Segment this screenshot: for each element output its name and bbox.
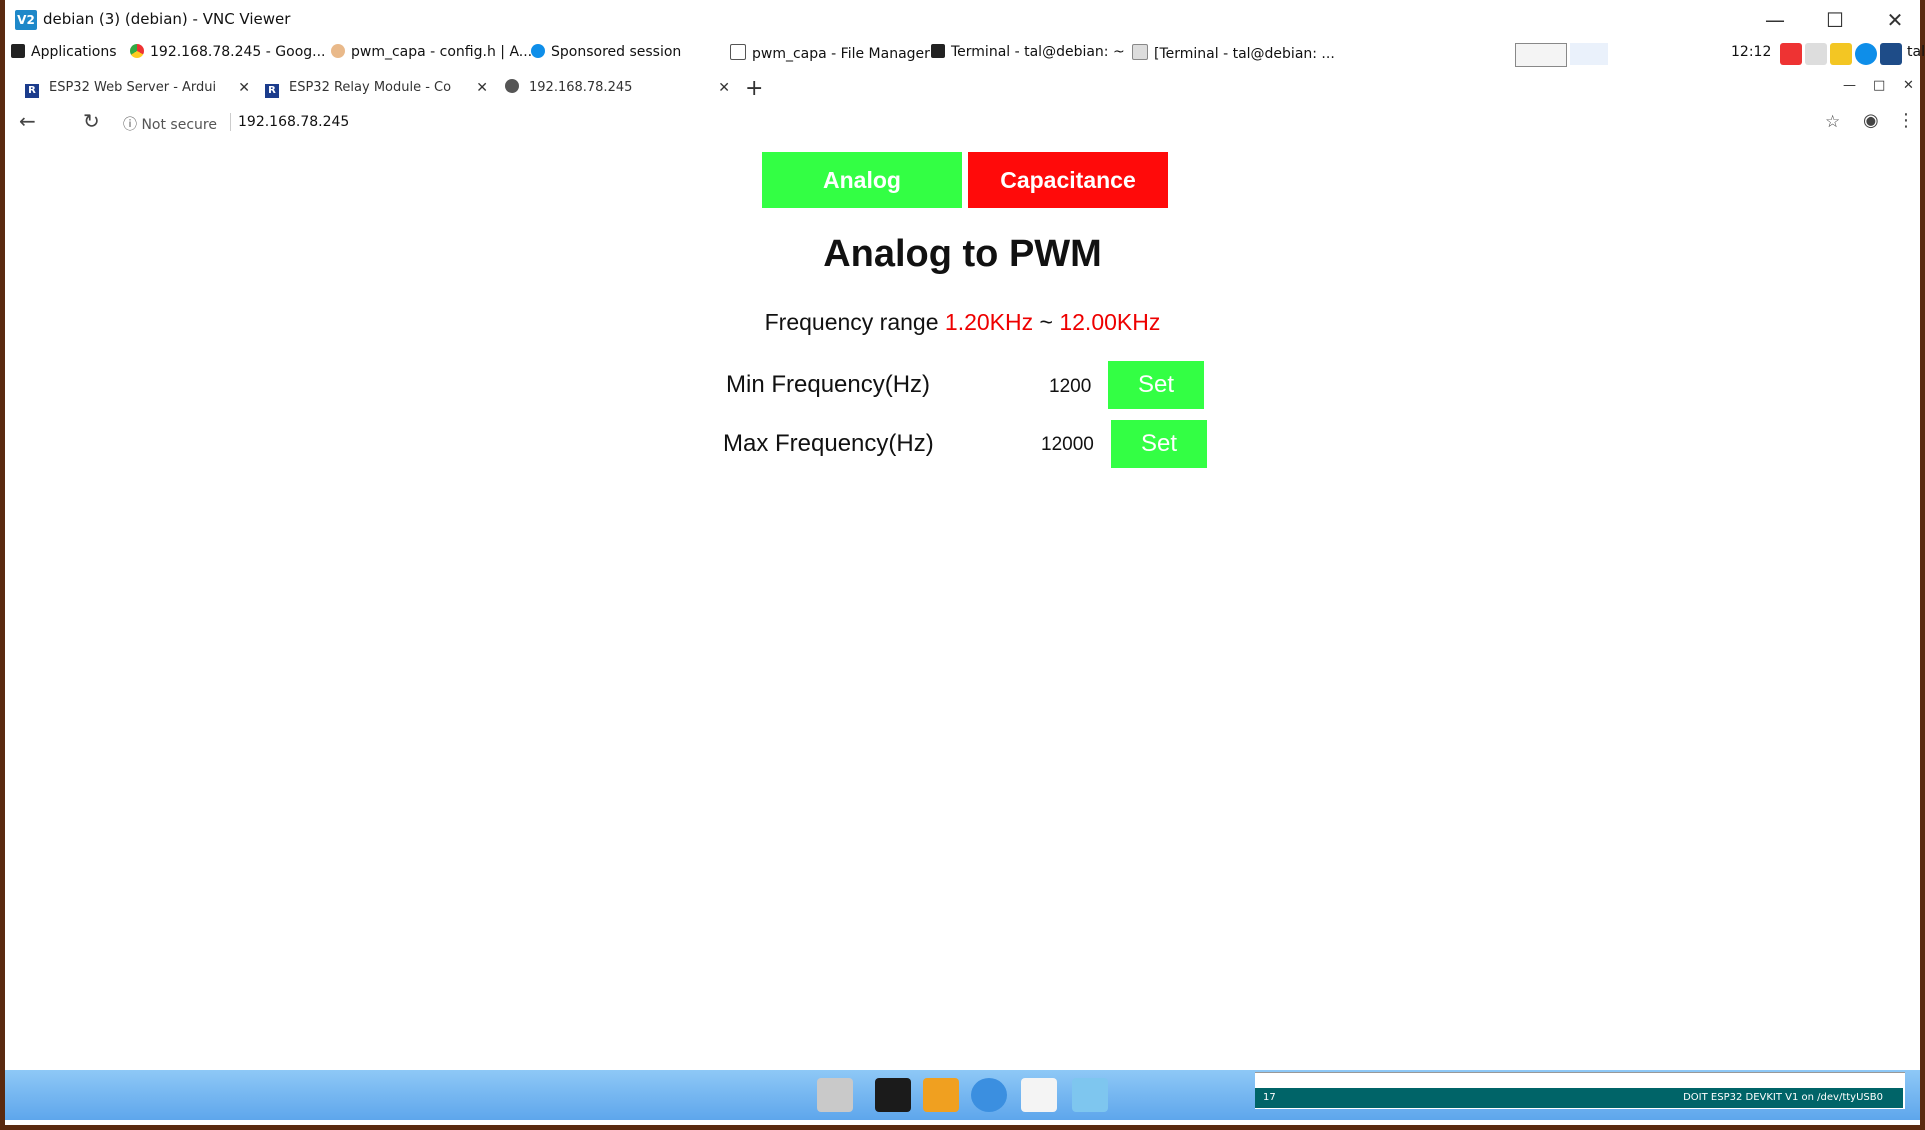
tab-esp32-web-server[interactable]: R ESP32 Web Server - Ardui ✕: [25, 74, 250, 102]
terminal-icon: [931, 44, 945, 58]
clock: 12:12: [1731, 44, 1772, 60]
range-max: 12.00KHz: [1059, 309, 1161, 335]
terminal-icon: [1132, 44, 1148, 60]
security-indicator[interactable]: ⓘ Not secure: [123, 114, 217, 134]
close-tab-icon[interactable]: ✕: [718, 74, 730, 102]
browser-tabstrip: R ESP32 Web Server - Ardui ✕ R ESP32 Relay…: [5, 70, 1920, 104]
applications-icon: [11, 44, 25, 58]
archive-icon[interactable]: [923, 1078, 959, 1112]
teamviewer-icon: [531, 44, 545, 58]
vnc-titlebar: V2 debian (3) (debian) - VNC Viewer — ☐ …: [5, 0, 1920, 40]
back-arrow-icon[interactable]: ←: [19, 109, 36, 133]
reload-icon[interactable]: ↻: [83, 109, 100, 133]
apps-grid-icon[interactable]: [1830, 43, 1852, 65]
tray-chrome-icon[interactable]: [1570, 43, 1608, 65]
terminal-icon[interactable]: [875, 1078, 911, 1112]
network-icon[interactable]: [1805, 43, 1827, 65]
address-bar: ← ↻ ⓘ Not secure 192.168.78.245 ☆ ◉ ⋮: [5, 104, 1920, 140]
frequency-range: Frequency range 1.20KHz ~ 12.00KHz: [764, 309, 1161, 335]
new-tab-button[interactable]: +: [745, 76, 763, 101]
ide-board-info: DOIT ESP32 DEVKIT V1 on /dev/ttyUSB0: [1683, 1092, 1883, 1103]
folder-icon: [730, 44, 746, 60]
taskbar-terminal-2[interactable]: [Terminal - tal@debian: ...: [1132, 44, 1335, 62]
taskbar-teamviewer[interactable]: Sponsored session: [531, 44, 681, 60]
menu-kebab-icon[interactable]: ⋮: [1897, 110, 1915, 131]
tab-favicon: R: [25, 84, 39, 98]
close-tab-icon[interactable]: ✕: [238, 74, 250, 102]
vnc-tray-icon[interactable]: [1880, 43, 1902, 65]
teamviewer-tray-icon[interactable]: [1855, 43, 1877, 65]
folder-icon[interactable]: [1072, 1078, 1108, 1112]
browser-restore-icon[interactable]: □: [1873, 78, 1885, 93]
desktop-taskbar: Applications 192.168.78.245 - Goog... pw…: [5, 40, 1925, 67]
close-tab-icon[interactable]: ✕: [476, 74, 488, 102]
set-max-button[interactable]: Set: [1111, 420, 1207, 468]
search-icon[interactable]: [1021, 1078, 1057, 1112]
browser-close-icon[interactable]: ✕: [1903, 78, 1914, 93]
chrome-icon: [130, 44, 144, 58]
page-title: Analog to PWM: [823, 233, 1102, 275]
taskbar-chrome[interactable]: 192.168.78.245 - Goog...: [130, 44, 326, 60]
arduino-icon: [331, 44, 345, 58]
url-field[interactable]: 192.168.78.245: [238, 114, 349, 130]
min-frequency-value: 1200: [1049, 376, 1092, 397]
vnc-window: V2 debian (3) (debian) - VNC Viewer — ☐ …: [5, 0, 1925, 1125]
ide-line-number: 17: [1263, 1092, 1276, 1103]
taskbar-terminal[interactable]: Terminal - tal@debian: ~: [931, 44, 1125, 60]
tab-active-page[interactable]: 192.168.78.245 ✕: [505, 74, 730, 102]
taskbar-file-manager[interactable]: pwm_capa - File Manager: [730, 44, 930, 62]
omnibox-divider: [230, 113, 231, 131]
analog-button[interactable]: Analog: [762, 152, 962, 208]
ide-status-bar: 17 DOIT ESP32 DEVKIT V1 on /dev/ttyUSB0: [1255, 1088, 1903, 1108]
minimize-icon[interactable]: —: [1750, 6, 1800, 34]
max-frequency-value: 12000: [1041, 434, 1094, 455]
capacitance-button[interactable]: Capacitance: [968, 152, 1168, 208]
page-content: Analog Capacitance Analog to PWM Frequen…: [5, 140, 1920, 1070]
vnc-app-icon: V2: [15, 10, 37, 30]
window-title: debian (3) (debian) - VNC Viewer: [43, 10, 291, 28]
min-frequency-label: Min Frequency(Hz): [726, 371, 931, 398]
set-min-button[interactable]: Set: [1108, 361, 1204, 409]
profile-icon[interactable]: ◉: [1863, 110, 1879, 131]
bookmark-star-icon[interactable]: ☆: [1825, 112, 1840, 132]
maximize-icon[interactable]: ☐: [1810, 6, 1860, 34]
browser-minimize-icon[interactable]: —: [1843, 78, 1856, 93]
range-min: 1.20KHz: [944, 309, 1034, 335]
tab-esp32-relay-module[interactable]: R ESP32 Relay Module - Co ✕: [265, 74, 488, 102]
browser-icon[interactable]: [971, 1078, 1007, 1112]
info-icon: ⓘ: [123, 117, 137, 133]
tray-app-group[interactable]: [1515, 43, 1567, 67]
anydesk-icon[interactable]: [1780, 43, 1802, 65]
globe-icon: [505, 79, 519, 93]
taskbar-arduino[interactable]: pwm_capa - config.h | A...: [331, 44, 532, 60]
close-icon[interactable]: ✕: [1870, 6, 1920, 34]
tab-favicon: R: [265, 84, 279, 98]
max-frequency-label: Max Frequency(Hz): [723, 430, 934, 457]
user-name: tal: [1907, 44, 1925, 60]
applications-menu[interactable]: Applications: [11, 44, 117, 60]
drive-icon[interactable]: [817, 1078, 853, 1112]
